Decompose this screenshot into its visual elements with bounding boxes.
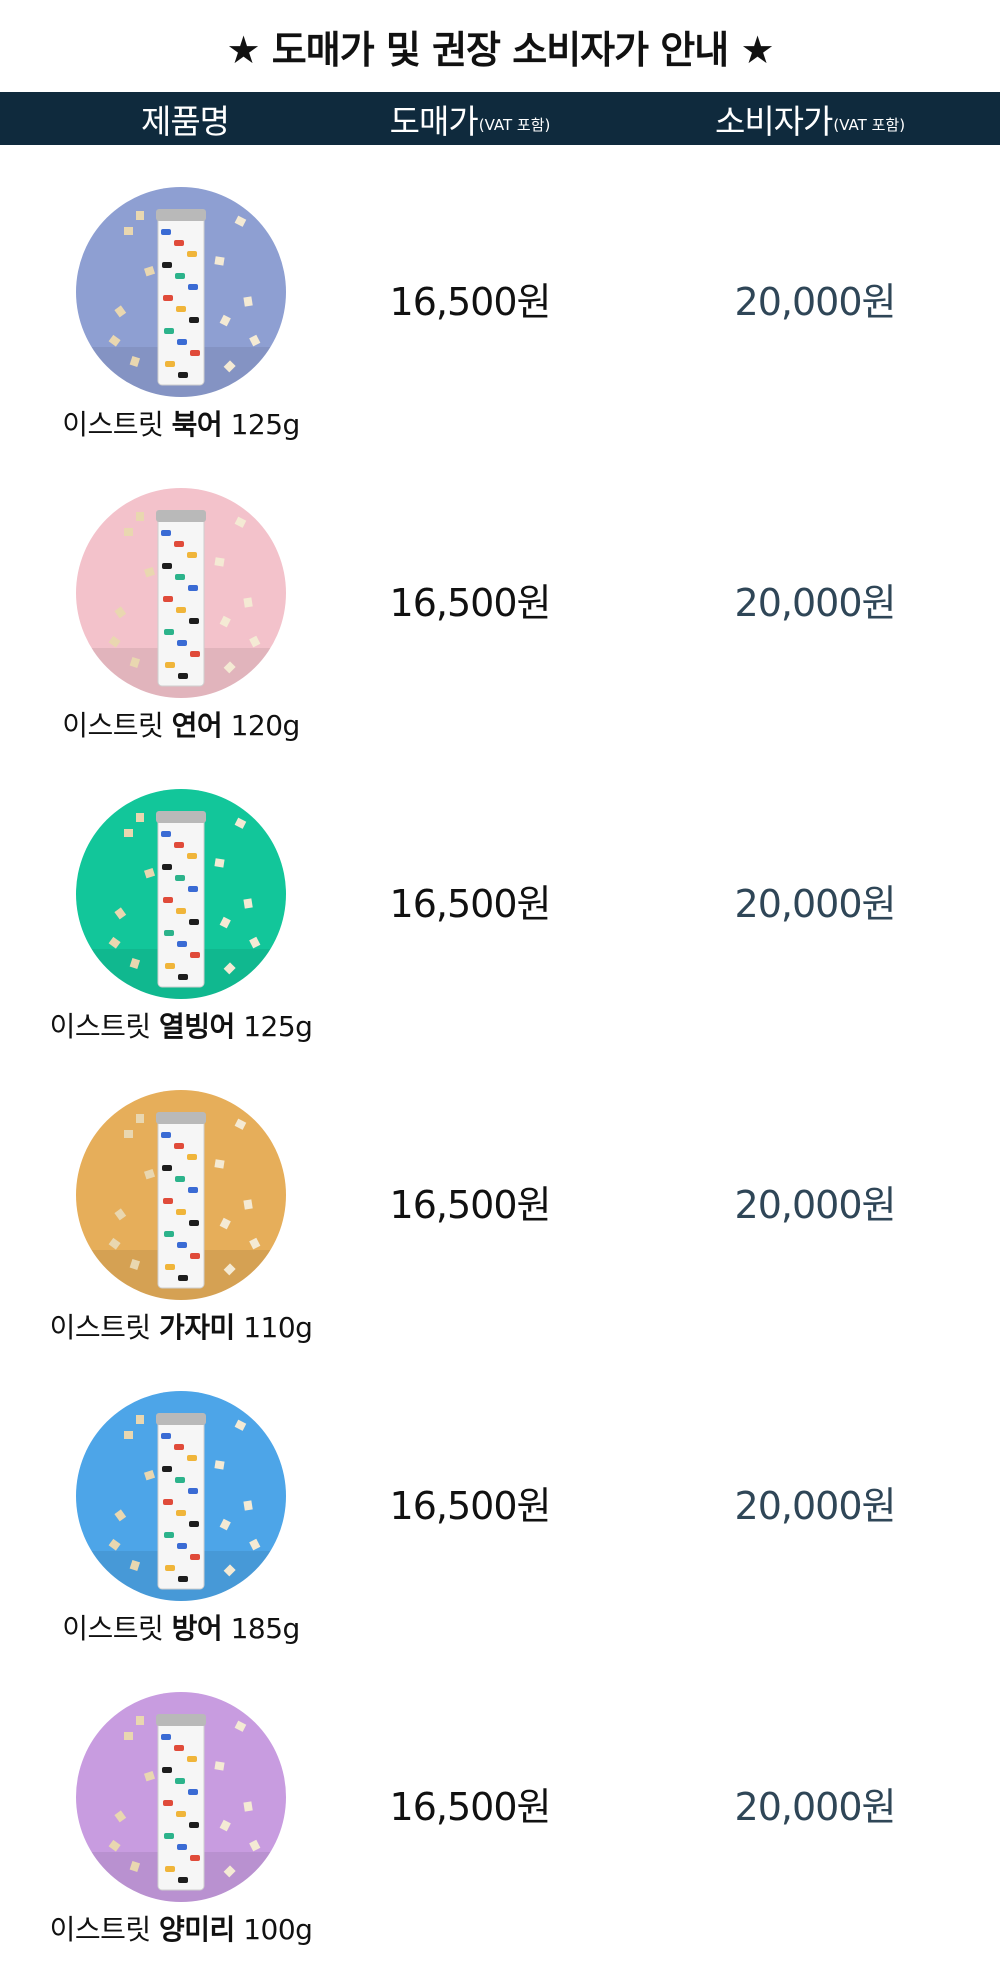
wholesale-price: 16,500원 <box>389 280 552 324</box>
header-retail: 소비자가 (VAT 포함) <box>660 92 960 145</box>
header-wholesale: 도매가 (VAT 포함) <box>330 92 610 145</box>
product-row: 이스트릿 연어 120g 16,500원 20,000원 <box>0 446 1000 746</box>
header-wholesale-label: 도매가 <box>389 101 479 141</box>
product-name: 이스트릿 양미리 100g <box>20 1908 342 1948</box>
wholesale-price: 16,500원 <box>389 1183 552 1227</box>
product-weight: 185g <box>230 1612 301 1645</box>
header-retail-note: (VAT 포함) <box>833 116 906 134</box>
product-variant: 연어 <box>171 709 223 742</box>
retail-price: 20,000원 <box>734 882 897 926</box>
price-guide-page: ★ 도매가 및 권장 소비자가 안내 ★ 제품명 도매가 (VAT 포함) 소비자… <box>0 0 1000 1983</box>
product-name: 이스트릿 연어 120g <box>20 704 342 744</box>
product-variant: 가자미 <box>159 1311 235 1344</box>
product-row: 이스트릿 북어 125g 16,500원 20,000원 <box>0 145 1000 445</box>
header-wholesale-note: (VAT 포함) <box>478 116 551 134</box>
product-weight: 110g <box>243 1311 313 1344</box>
pollack-can-image <box>76 187 286 397</box>
header-retail-label: 소비자가 <box>714 101 833 141</box>
product-row: 이스트릿 양미리 100g 16,500원 20,000원 <box>0 1650 1000 1950</box>
product-brand: 이스트릿 <box>62 1612 164 1645</box>
product-weight: 125g <box>243 1010 313 1043</box>
product-name: 이스트릿 방어 185g <box>20 1607 342 1647</box>
product-row: 이스트릿 가자미 110g 16,500원 20,000원 <box>0 1048 1000 1348</box>
flounder-can-image <box>76 1090 286 1300</box>
product-variant: 열빙어 <box>159 1010 235 1043</box>
product-brand: 이스트릿 <box>62 709 164 742</box>
retail-price: 20,000원 <box>734 280 897 324</box>
product-row: 이스트릿 방어 185g 16,500원 20,000원 <box>0 1349 1000 1649</box>
product-brand: 이스트릿 <box>62 408 164 441</box>
product-name: 이스트릿 북어 125g <box>20 403 342 443</box>
wholesale-price: 16,500원 <box>389 581 552 625</box>
product-brand: 이스트릿 <box>49 1913 152 1946</box>
retail-price: 20,000원 <box>734 1785 897 1829</box>
product-brand: 이스트릿 <box>49 1311 152 1344</box>
retail-price: 20,000원 <box>734 1183 897 1227</box>
product-brand: 이스트릿 <box>49 1010 152 1043</box>
product-variant: 양미리 <box>159 1913 235 1946</box>
wholesale-price: 16,500원 <box>389 1785 552 1829</box>
product-weight: 120g <box>230 709 301 742</box>
table-header: 제품명 도매가 (VAT 포함) 소비자가 (VAT 포함) <box>0 92 1000 145</box>
product-variant: 북어 <box>171 408 223 441</box>
capelin-can-image <box>76 789 286 999</box>
retail-price: 20,000원 <box>734 1484 897 1528</box>
wholesale-price: 16,500원 <box>389 1484 552 1528</box>
header-product: 제품명 <box>60 92 310 145</box>
wholesale-price: 16,500원 <box>389 882 552 926</box>
header-product-label: 제품명 <box>140 101 230 141</box>
product-row: 이스트릿 열빙어 125g 16,500원 20,000원 <box>0 747 1000 1047</box>
product-name: 이스트릿 열빙어 125g <box>20 1005 342 1045</box>
product-name: 이스트릿 가자미 110g <box>20 1306 342 1346</box>
retail-price: 20,000원 <box>734 581 897 625</box>
sand-lance-can-image <box>76 1692 286 1902</box>
product-weight: 125g <box>230 408 301 441</box>
yellowtail-can-image <box>76 1391 286 1601</box>
page-title: ★ 도매가 및 권장 소비자가 안내 ★ <box>226 27 774 72</box>
salmon-can-image <box>76 488 286 698</box>
product-weight: 100g <box>243 1913 313 1946</box>
product-variant: 방어 <box>171 1612 223 1645</box>
